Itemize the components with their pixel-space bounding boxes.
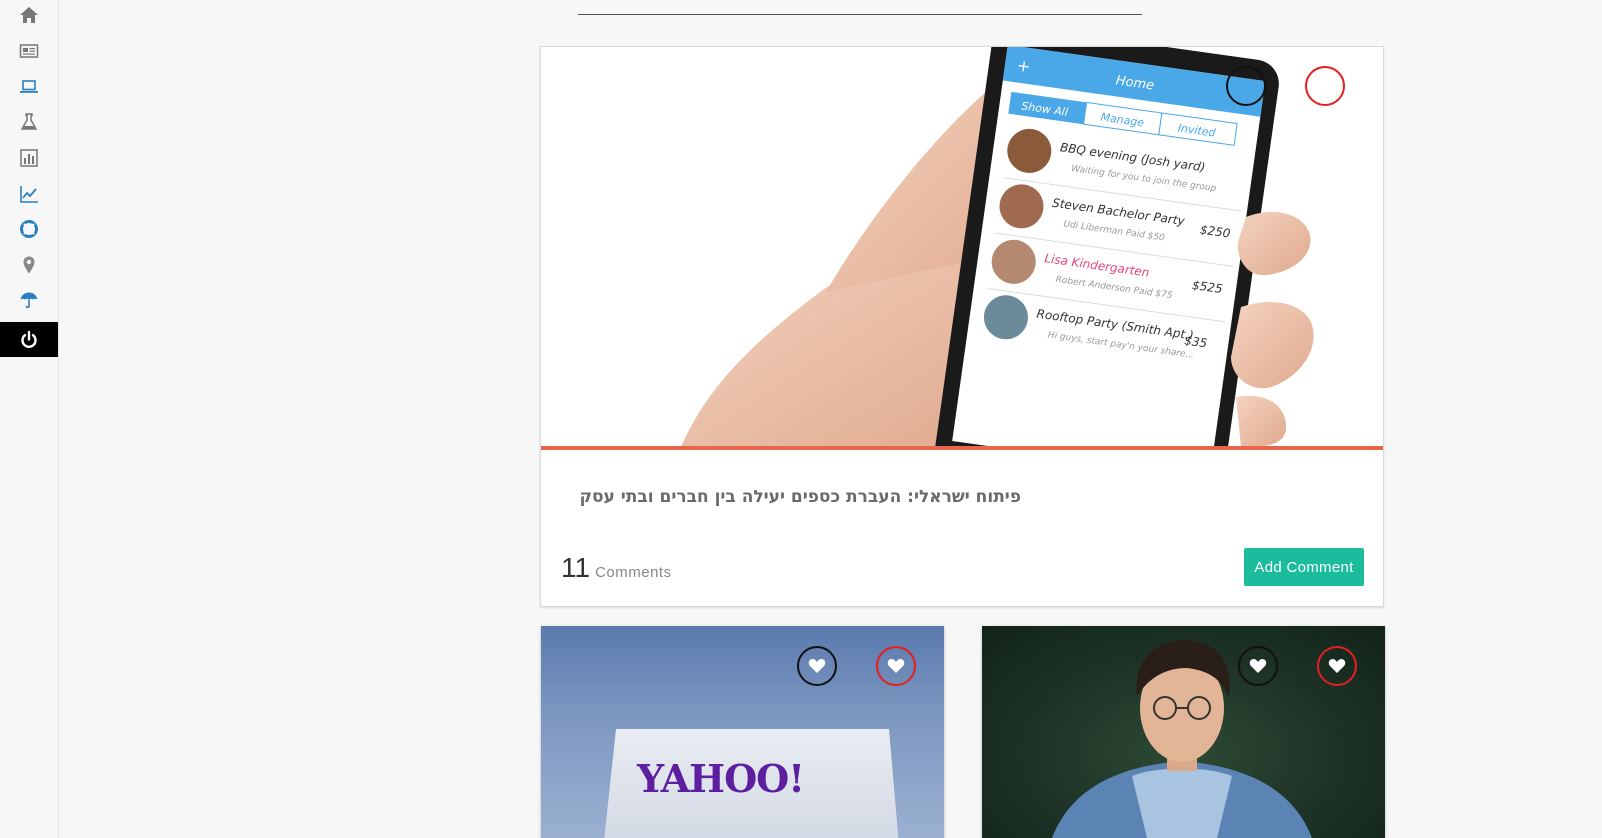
article-title[interactable]: פיתוח ישראלי: העברת כספים יעילה בין חברי…	[579, 487, 1021, 507]
lifebuoy-icon	[20, 219, 38, 238]
sidebar-item-science[interactable]	[0, 104, 58, 139]
favorite-button[interactable]	[1317, 646, 1357, 686]
heart-icon	[1328, 659, 1346, 673]
sidebar	[0, 0, 59, 838]
sidebar-item-home[interactable]	[0, 0, 58, 32]
heart-icon	[1249, 659, 1267, 673]
line-chart-icon	[20, 185, 38, 203]
heart-icon	[808, 659, 826, 673]
sidebar-item-weather[interactable]	[0, 282, 58, 317]
sidebar-item-logout[interactable]	[0, 322, 58, 357]
sidebar-item-trends[interactable]	[0, 176, 58, 211]
heart-icon	[887, 659, 905, 673]
article-card-person[interactable]	[982, 626, 1385, 838]
sidebar-item-location[interactable]	[0, 247, 58, 282]
comment-count-label: Comments	[595, 564, 672, 581]
favorite-button[interactable]	[876, 646, 916, 686]
article-image: Home + Show All Manage Invited BBQ eveni…	[541, 47, 1383, 447]
laptop-icon	[20, 79, 38, 93]
flask-icon	[20, 112, 38, 130]
sidebar-item-stats[interactable]	[0, 140, 58, 175]
like-button[interactable]	[797, 646, 837, 686]
home-icon	[20, 6, 38, 23]
accent-bar	[541, 446, 1383, 450]
favorite-button[interactable]	[1305, 66, 1345, 106]
power-icon	[21, 330, 37, 348]
yahoo-logo: YAHOO!	[637, 756, 805, 801]
comment-count[interactable]: 11 Comments	[561, 552, 672, 584]
article-card-yahoo[interactable]: YAHOO!	[541, 626, 944, 838]
bar-chart-icon	[20, 148, 38, 167]
add-comment-button[interactable]: Add Comment	[1244, 548, 1364, 586]
top-divider	[578, 14, 1142, 15]
umbrella-icon	[20, 292, 38, 308]
sidebar-item-support[interactable]	[0, 211, 58, 246]
svg-text:+: +	[1016, 55, 1032, 76]
like-button[interactable]	[1226, 66, 1266, 106]
newspaper-icon	[19, 43, 39, 58]
sidebar-item-news[interactable]	[0, 33, 58, 68]
phone-in-hand-illustration: Home + Show All Manage Invited BBQ eveni…	[681, 47, 1314, 447]
like-button[interactable]	[1238, 646, 1278, 686]
featured-article-card[interactable]: Home + Show All Manage Invited BBQ eveni…	[540, 46, 1384, 607]
comment-count-number: 11	[561, 552, 591, 583]
map-marker-icon	[23, 256, 35, 273]
sidebar-item-tech[interactable]	[0, 69, 58, 104]
